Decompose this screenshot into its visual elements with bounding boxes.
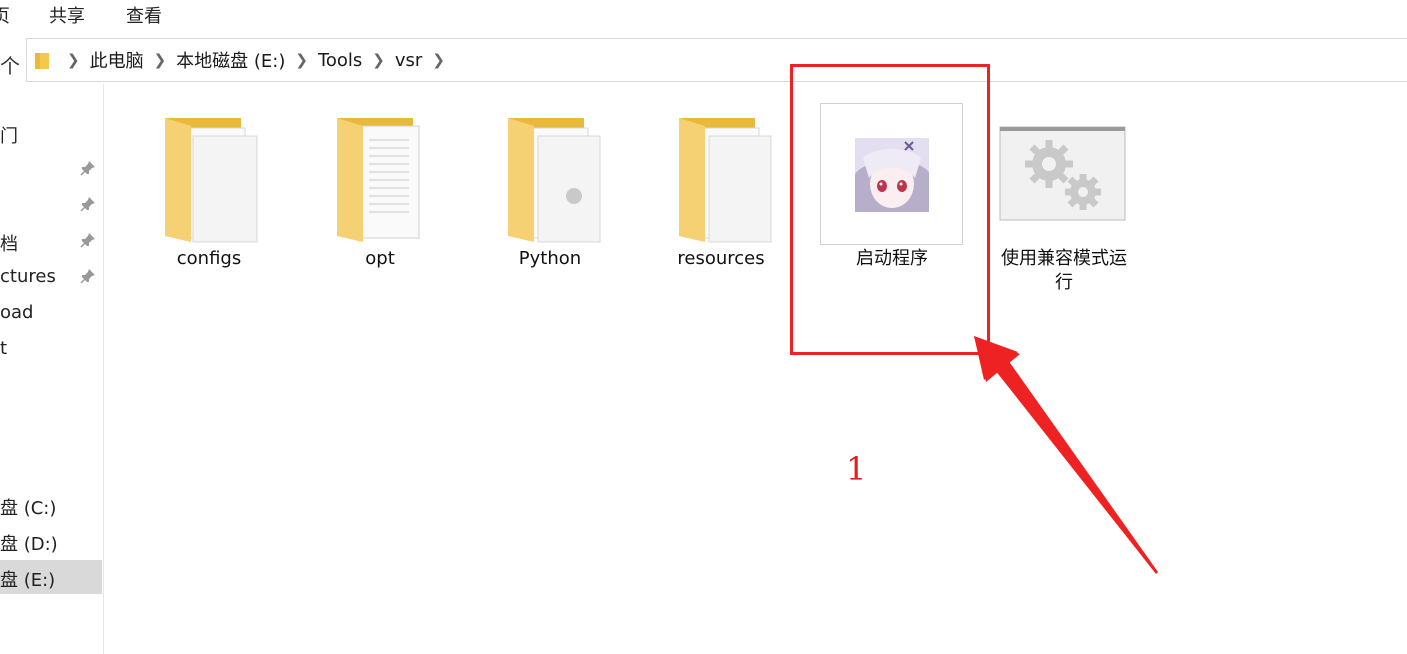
annotation-number: 1: [846, 450, 867, 488]
annotation-arrow: [974, 336, 1158, 574]
